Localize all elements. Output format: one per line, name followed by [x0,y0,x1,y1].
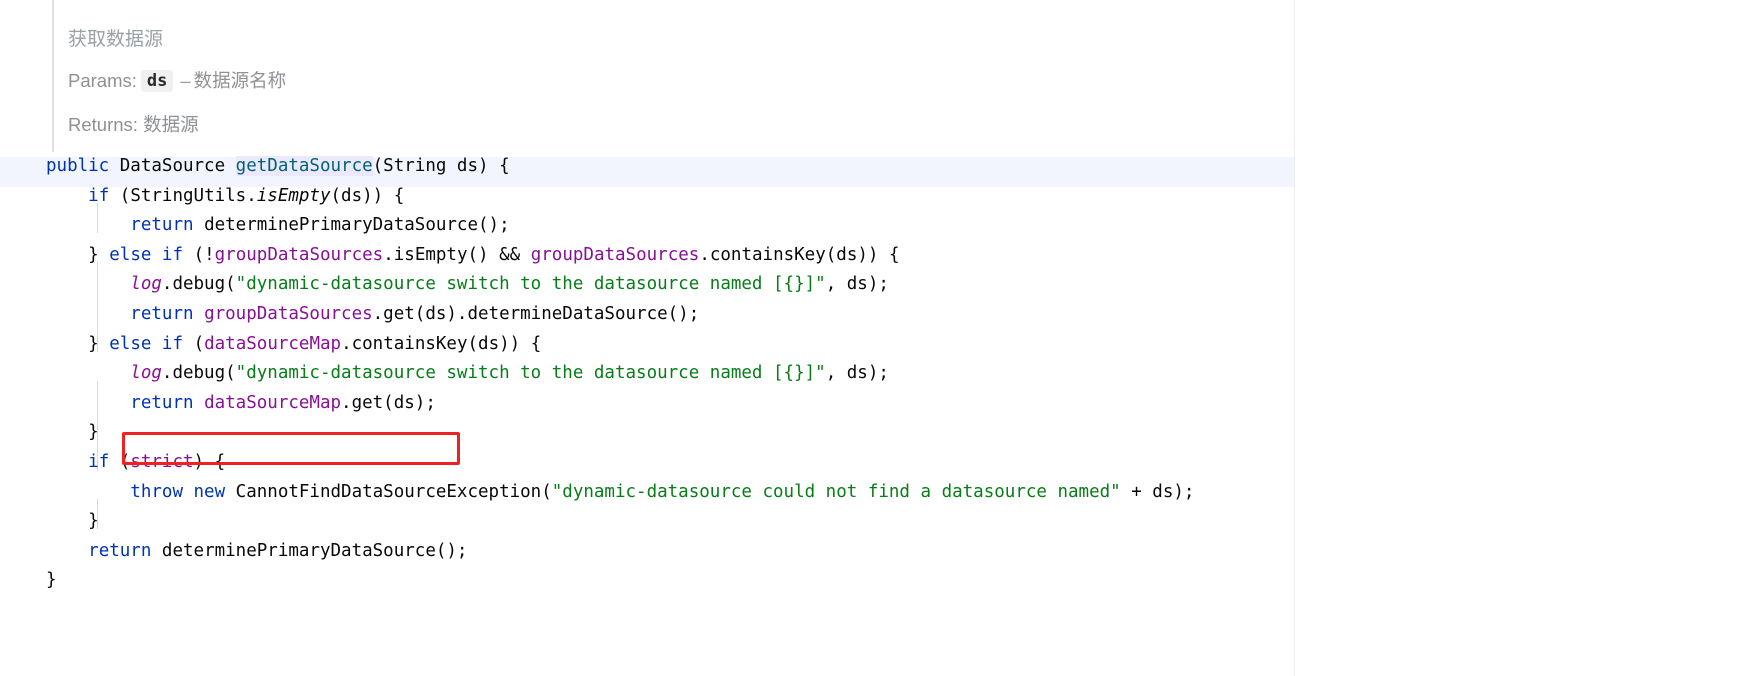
doc-returns-value: 数据源 [143,114,199,135]
doc-params-row: Params: ds – 数据源名称 [68,67,286,93]
code-content[interactable]: public DataSource getDataSource(String d… [46,152,1194,596]
doc-param-description: 数据源名称 [193,70,287,91]
panel-divider [1294,0,1295,676]
doc-returns-row: Returns: 数据源 [68,111,199,137]
doc-returns-label: Returns: [68,114,138,135]
doc-param-name: ds [140,70,174,92]
doc-summary-text: 获取数据源 [68,29,164,50]
doc-params-label: Params: [68,70,137,91]
doc-param-dash: – [180,70,191,91]
code-viewer[interactable]: public DataSource getDataSource(String d… [0,0,1752,676]
documentation-block: 获取数据源 Params: ds – 数据源名称 Returns: 数据源 [52,0,1295,152]
